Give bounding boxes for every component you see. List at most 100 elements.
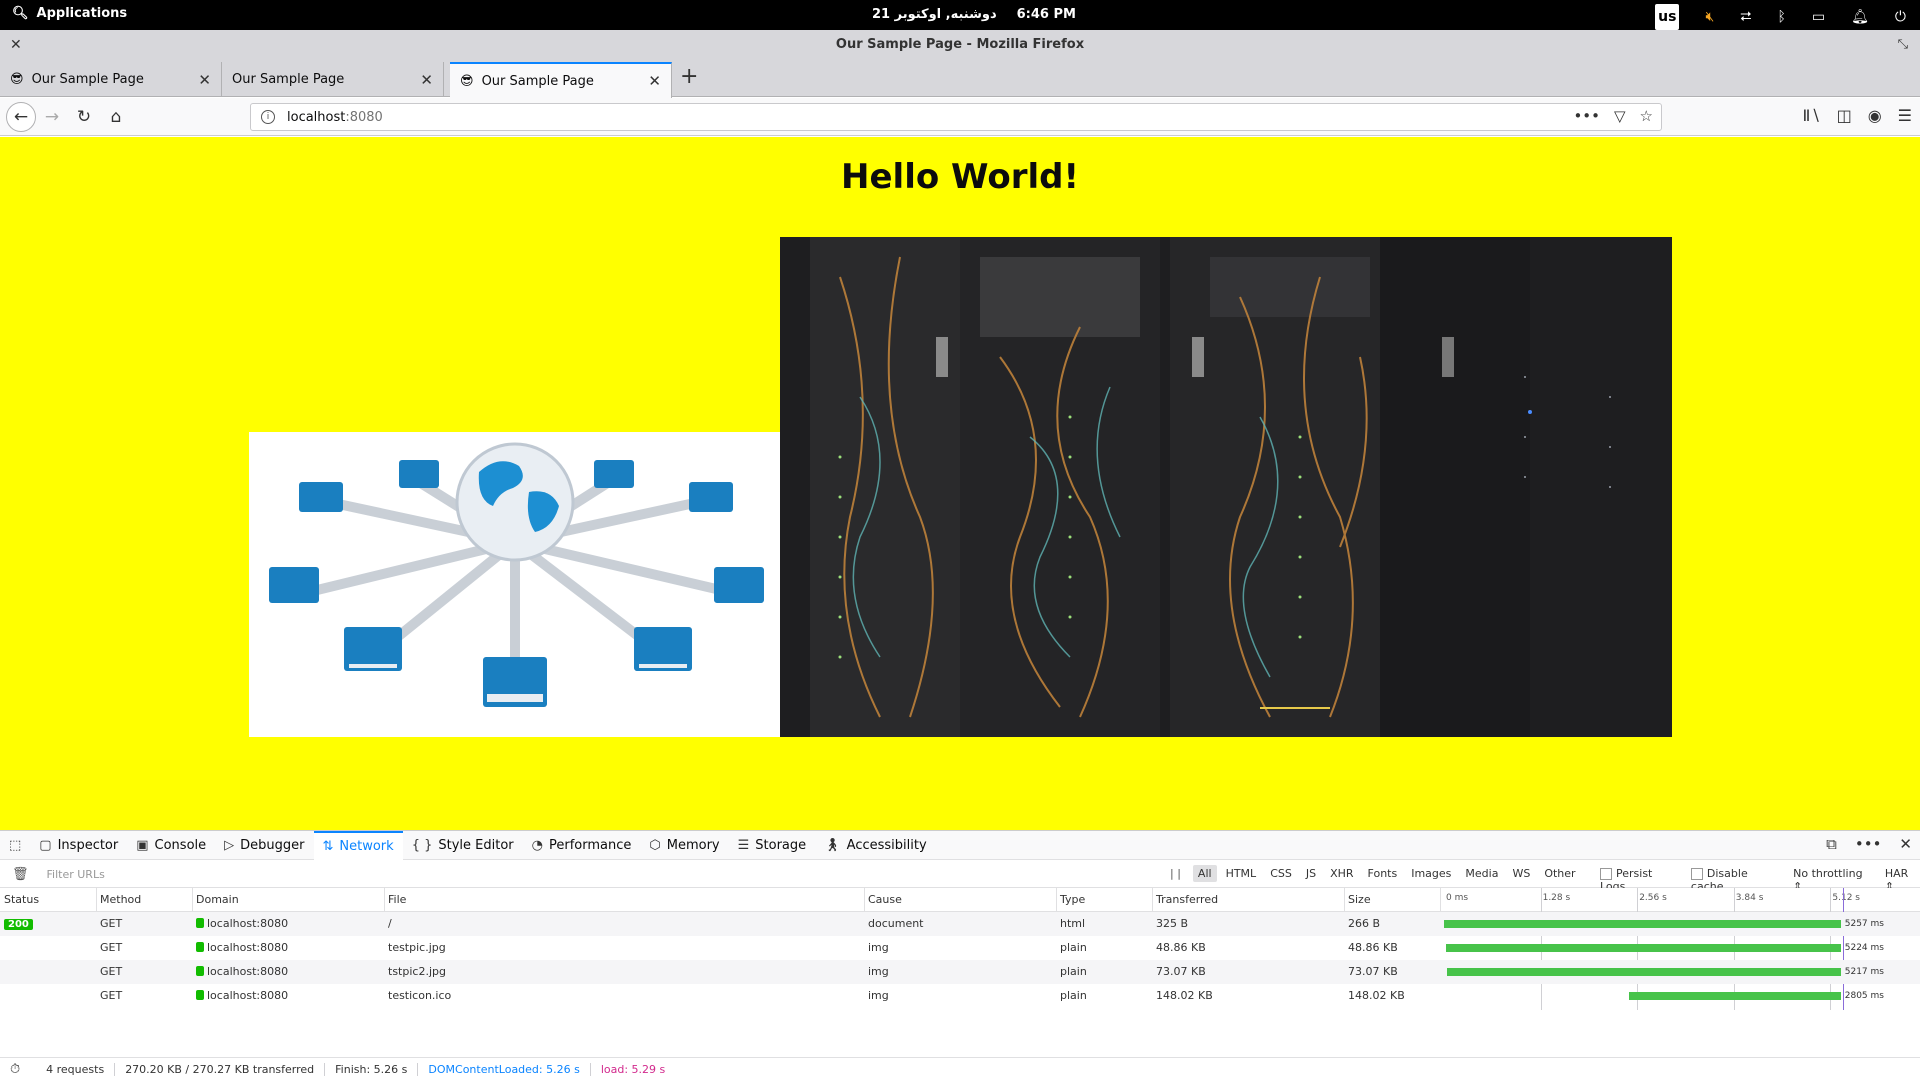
filter-fonts[interactable]: Fonts [1363, 865, 1403, 882]
more-options-icon[interactable]: ••• [1855, 835, 1882, 853]
domain-cell: localhost:8080 [196, 989, 288, 1002]
close-tab-icon[interactable]: ✕ [420, 71, 433, 89]
system-top-bar: 🔍︎ Applications دوشنبه, اوکتوبر 21 6:46 … [0, 0, 1920, 30]
reload-button[interactable]: ↻ [70, 104, 98, 130]
battery-icon[interactable]: ▭ [1812, 6, 1825, 28]
network-filter-bar: 🗑︎ Filter URLs | | All HTML CSS JS XHR F… [0, 861, 1920, 893]
new-tab-button[interactable]: + [680, 64, 698, 89]
network-globe-image [249, 432, 781, 737]
type-cell: plain [1060, 989, 1087, 1002]
browser-tab[interactable]: Our Sample Page ✕ [222, 62, 444, 97]
arrow-right-icon: → [44, 107, 60, 127]
domain-cell: localhost:8080 [196, 917, 288, 930]
tab-label: Debugger [240, 837, 305, 853]
home-button[interactable]: ⌂ [102, 104, 130, 130]
column-status[interactable]: Status [4, 893, 39, 906]
bookmark-star-icon[interactable]: ☆ [1640, 107, 1653, 125]
tab-network[interactable]: ⇅ Network [313, 830, 403, 860]
notifications-icon[interactable]: 🔔︎ [1851, 6, 1869, 28]
request-row[interactable]: GET localhost:8080 tstpic2.jpg img plain 73.0… [0, 960, 1920, 984]
site-info-icon[interactable]: i [261, 110, 275, 124]
column-method[interactable]: Method [100, 893, 141, 906]
browser-tab[interactable]: 😎 Our Sample Page ✕ [0, 62, 222, 97]
filter-xhr[interactable]: XHR [1325, 865, 1358, 882]
method-cell: GET [100, 965, 123, 978]
clear-requests-icon[interactable]: 🗑︎ [12, 867, 29, 882]
waterfall-bar [1446, 944, 1841, 952]
page-actions-icon[interactable]: ••• [1573, 107, 1600, 125]
filter-html[interactable]: HTML [1221, 865, 1262, 882]
tab-label: Console [154, 837, 207, 853]
clock[interactable]: دوشنبه, اوکتوبر 21 6:46 PM [872, 7, 1076, 22]
dock-toggle-icon[interactable]: ⧉ [1826, 835, 1837, 853]
transferred-cell: 148.02 KB [1156, 989, 1213, 1002]
hamburger-menu-icon[interactable]: ☰ [1898, 106, 1912, 125]
power-icon[interactable]: ⏻ [1895, 6, 1906, 28]
filter-ws[interactable]: WS [1507, 865, 1535, 882]
transferred-total: 270.20 KB / 270.27 KB transferred [115, 1063, 326, 1076]
library-icon[interactable]: Ⅱ∖ [1803, 106, 1821, 125]
bluetooth-icon[interactable]: ᛒ [1778, 6, 1786, 28]
element-picker-button[interactable]: ⬚ [0, 831, 30, 860]
tab-style-editor[interactable]: { } Style Editor [403, 831, 523, 860]
filter-css[interactable]: CSS [1265, 865, 1297, 882]
pause-icon[interactable]: | | [1170, 867, 1181, 880]
tab-label: Style Editor [438, 837, 514, 853]
request-row[interactable]: GET localhost:8080 testicon.ico img plain 148… [0, 984, 1920, 1008]
stopwatch-icon[interactable]: ⏱︎ [10, 1062, 20, 1077]
method-cell: GET [100, 989, 123, 1002]
tab-console[interactable]: ▣ Console [127, 831, 215, 860]
back-button[interactable]: ← [6, 102, 36, 132]
column-domain[interactable]: Domain [196, 893, 239, 906]
devtools-toolbar: ⬚ ▢ Inspector ▣ Console ▷ Debugger ⇅ Network… [0, 830, 1920, 860]
tab-favicon: 😎 [460, 73, 474, 89]
sidebar-icon[interactable]: ◫ [1837, 106, 1852, 125]
file-cell: testpic.jpg [388, 941, 446, 954]
domain-cell: localhost:8080 [196, 941, 288, 954]
waterfall-tick-label: 1.28 s [1542, 893, 1571, 903]
tab-label: Performance [548, 837, 632, 853]
filter-js[interactable]: JS [1301, 865, 1321, 882]
browser-tab-active[interactable]: 😎 Our Sample Page ✕ [450, 62, 672, 98]
close-tab-icon[interactable]: ✕ [198, 71, 211, 89]
filter-urls-input[interactable]: Filter URLs [47, 868, 105, 881]
column-file[interactable]: File [388, 893, 406, 906]
tab-accessibility[interactable]: 🚶︎ Accessibility [815, 831, 936, 860]
tab-performance[interactable]: ◔ Performance [523, 831, 641, 860]
close-devtools-icon[interactable]: ✕ [1899, 835, 1912, 853]
filter-all[interactable]: All [1192, 865, 1217, 882]
waterfall-timing-label: 2805 ms [1844, 991, 1884, 1001]
window-title: Our Sample Page - Mozilla Firefox [835, 37, 1085, 52]
forward-button[interactable]: → [38, 104, 66, 130]
applications-menu[interactable]: 🔍︎ Applications [12, 6, 127, 21]
restore-window-icon[interactable]: ⤡ [1898, 30, 1908, 60]
type-cell: plain [1060, 941, 1087, 954]
tab-debugger[interactable]: ▷ Debugger [215, 831, 313, 860]
request-row[interactable]: GET localhost:8080 testpic.jpg img plain 48.8… [0, 936, 1920, 960]
close-tab-icon[interactable]: ✕ [648, 72, 661, 90]
pocket-icon[interactable]: ▽ [1614, 107, 1626, 125]
tab-storage[interactable]: ☰ Storage [729, 831, 816, 860]
waterfall-timing-label: 5224 ms [1844, 943, 1884, 953]
tab-inspector[interactable]: ▢ Inspector [30, 831, 127, 860]
braces-icon: { } [411, 837, 433, 853]
filter-other[interactable]: Other [1539, 865, 1580, 882]
accessibility-icon: 🚶︎ [824, 837, 841, 853]
column-cause[interactable]: Cause [868, 893, 902, 906]
request-type-filters: | | All HTML CSS JS XHR Fonts Images Med… [1170, 865, 1585, 882]
column-size[interactable]: Size [1348, 893, 1371, 906]
volume-muted-icon[interactable]: 🔇︎ [1705, 6, 1714, 28]
request-row[interactable]: 200 GET localhost:8080 / document html 325 B 26… [0, 912, 1920, 936]
keyboard-layout-indicator[interactable]: us [1655, 4, 1680, 30]
network-icon[interactable]: ⮂ [1740, 6, 1751, 28]
close-window-icon[interactable]: ✕ [10, 30, 22, 60]
account-icon[interactable]: ◉ [1868, 106, 1882, 125]
filter-images[interactable]: Images [1406, 865, 1456, 882]
url-bar[interactable]: i localhost:8080 ••• ▽ ☆ [250, 103, 1662, 131]
element-picker-icon: ⬚ [9, 837, 22, 853]
column-transferred[interactable]: Transferred [1156, 893, 1218, 906]
filter-media[interactable]: Media [1460, 865, 1503, 882]
column-type[interactable]: Type [1060, 893, 1085, 906]
request-rows: 200 GET localhost:8080 / document html 325 B 26… [0, 912, 1920, 1008]
tab-memory[interactable]: ⬡ Memory [640, 831, 728, 860]
